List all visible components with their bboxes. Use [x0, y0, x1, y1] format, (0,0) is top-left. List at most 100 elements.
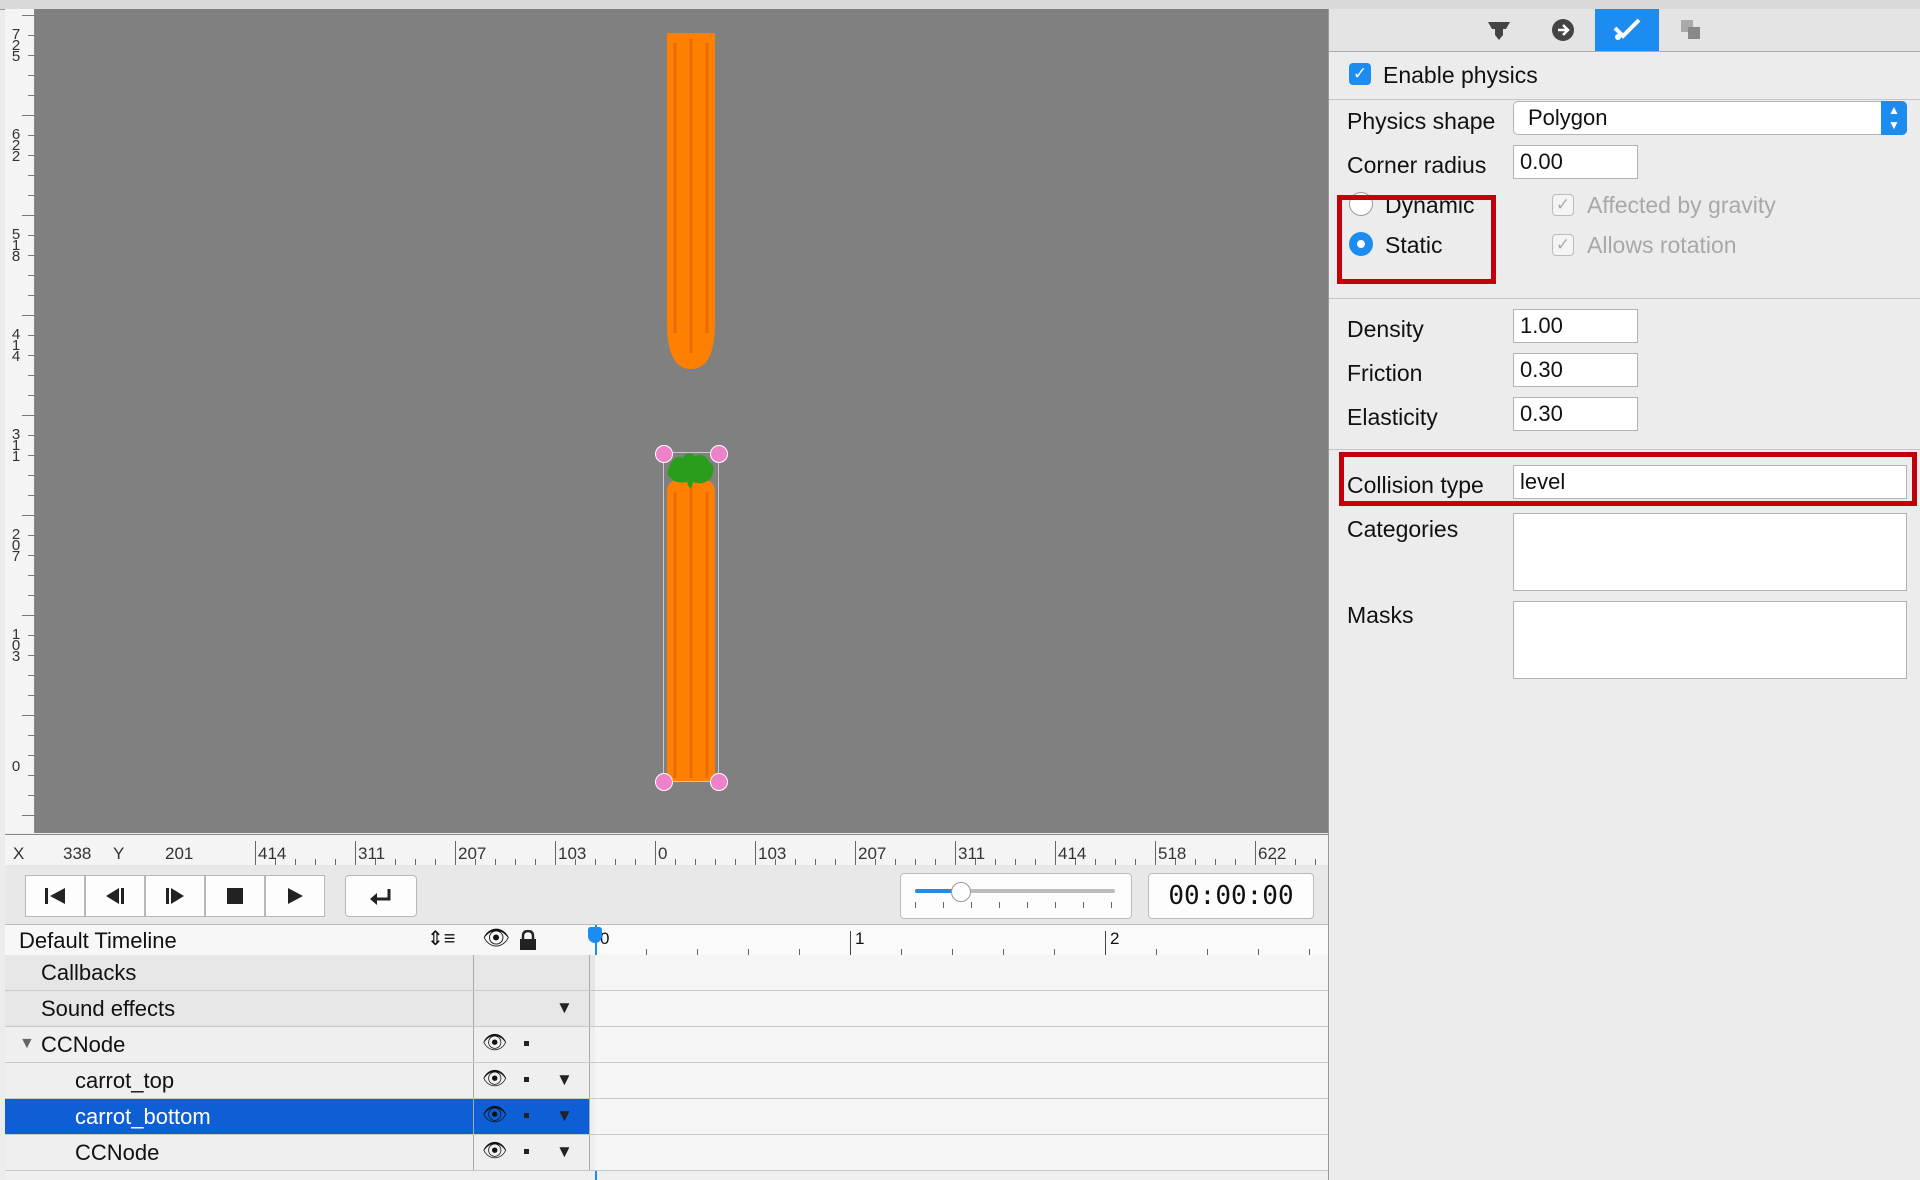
timeline-row-controls: 👁 ▼	[474, 1099, 590, 1134]
timeline-row-label-area[interactable]: CCNode	[5, 1135, 474, 1170]
tab-code-connections[interactable]	[1531, 9, 1595, 51]
tab-templates[interactable]	[1659, 9, 1723, 51]
slider-tick	[1083, 902, 1084, 908]
timeline-scale-slider[interactable]	[900, 873, 1132, 919]
skip-to-start-button[interactable]	[25, 875, 85, 917]
play-button[interactable]	[265, 875, 325, 917]
ruler-tick	[28, 635, 34, 636]
step-back-icon	[106, 888, 124, 904]
timeline-row-name: Callbacks	[41, 960, 137, 985]
elasticity-label: Elasticity	[1347, 404, 1438, 430]
timeline-track[interactable]	[595, 1063, 1328, 1098]
carrot-top-sprite[interactable]	[663, 33, 719, 369]
density-input[interactable]: 1.00	[1513, 309, 1638, 343]
ruler-tick	[28, 775, 34, 776]
slider-tick	[943, 902, 944, 908]
timeline-row[interactable]: Callbacks	[5, 955, 1328, 991]
visibility-eye-icon[interactable]: 👁	[482, 1102, 507, 1127]
carrot-bottom-sprite[interactable]	[663, 452, 719, 782]
physics-shape-value: Polygon	[1528, 105, 1608, 130]
lock-toggle-icon[interactable]	[524, 1041, 529, 1046]
timeline-row[interactable]: carrot_top 👁 ▼	[5, 1063, 1328, 1099]
timeline-row-label-area[interactable]: carrot_bottom	[5, 1099, 474, 1134]
visibility-eye-icon[interactable]: 👁	[482, 1138, 507, 1163]
timeline-menu-icon[interactable]: ⇕≡	[427, 926, 455, 951]
friction-input[interactable]: 0.30	[1513, 353, 1638, 387]
timeline-track[interactable]	[595, 991, 1328, 1026]
timeline-ruler-label: 1	[855, 929, 865, 948]
masks-input[interactable]	[1513, 601, 1907, 679]
y-coordinate-value: 201	[165, 844, 194, 863]
ruler-tick	[22, 515, 34, 516]
tab-physics[interactable]	[1595, 9, 1659, 51]
timeline-row[interactable]: ▼ CCNode 👁	[5, 1027, 1328, 1063]
selection-handle-bottom-right[interactable]	[710, 773, 728, 791]
lock-toggle-icon[interactable]	[524, 1113, 529, 1118]
timeline-row[interactable]: Sound effects ▼	[5, 991, 1328, 1027]
step-forward-button[interactable]	[145, 875, 205, 917]
timeline-row[interactable]: carrot_bottom 👁 ▼	[5, 1099, 1328, 1135]
ruler-tick	[22, 615, 34, 616]
categories-label: Categories	[1347, 516, 1459, 542]
timeline-name[interactable]: Default Timeline	[19, 928, 177, 954]
timeline-track[interactable]	[595, 1099, 1328, 1134]
body-type-highlight	[1337, 195, 1496, 284]
visibility-eye-icon[interactable]: 👁	[482, 1030, 507, 1055]
physics-shape-select[interactable]: Polygon ▲ ▼	[1513, 101, 1907, 135]
playhead-marker[interactable]	[588, 927, 602, 943]
slider-thumb[interactable]	[951, 882, 971, 902]
horizontal-ruler-label: 0	[658, 844, 668, 863]
timeline-row[interactable]: CCNode 👁 ▼	[5, 1135, 1328, 1171]
selection-handle-bottom-left[interactable]	[655, 773, 673, 791]
tab-node-properties[interactable]	[1467, 9, 1531, 51]
timeline-row-label-area[interactable]: ▼ CCNode	[5, 1027, 474, 1062]
visibility-eye-icon[interactable]: 👁	[482, 1066, 507, 1091]
templates-icon	[1681, 20, 1700, 39]
timeline-ruler[interactable]: 012	[595, 925, 1328, 955]
timeline-track[interactable]	[595, 955, 1328, 990]
keyframe-menu-icon[interactable]: ▼	[556, 1106, 573, 1126]
vertical-ruler-label: 518	[11, 226, 21, 265]
ruler-tick	[28, 355, 34, 356]
vertical-ruler-label: 103	[11, 626, 21, 665]
physics-icon	[1613, 18, 1641, 40]
timecode-display: 00:00:00	[1148, 873, 1314, 919]
categories-input[interactable]	[1513, 513, 1907, 591]
corner-radius-label: Corner radius	[1347, 152, 1487, 178]
lock-toggle-icon[interactable]	[524, 1149, 529, 1154]
slider-tick	[999, 902, 1000, 908]
lock-toggle-icon[interactable]	[524, 1077, 529, 1082]
timeline-row-label-area[interactable]: Callbacks	[5, 955, 474, 990]
timeline-track[interactable]	[595, 1027, 1328, 1062]
keyframe-menu-icon[interactable]: ▼	[556, 1142, 573, 1162]
loop-button[interactable]	[345, 875, 417, 917]
ruler-tick	[28, 755, 34, 756]
corner-radius-input[interactable]: 0.00	[1513, 145, 1638, 179]
ruler-tick	[28, 35, 34, 36]
step-back-button[interactable]	[85, 875, 145, 917]
elasticity-input[interactable]: 0.30	[1513, 397, 1638, 431]
skip-to-start-icon	[45, 888, 65, 904]
timeline-row-label-area[interactable]: Sound effects	[5, 991, 474, 1026]
stop-button[interactable]	[205, 875, 265, 917]
ruler-tick	[28, 535, 34, 536]
selection-handle-top-right[interactable]	[710, 445, 728, 463]
vertical-ruler-label: 414	[11, 326, 21, 365]
ruler-tick	[28, 195, 34, 196]
timeline-row-name: CCNode	[41, 1032, 126, 1057]
slider-tick	[915, 902, 916, 908]
ruler-tick	[28, 575, 34, 576]
selection-handle-top-left[interactable]	[655, 445, 673, 463]
timeline-row-label-area[interactable]: carrot_top	[5, 1063, 474, 1098]
horizontal-ruler-label: 414	[1058, 844, 1087, 863]
scene-canvas[interactable]	[35, 9, 1328, 833]
timeline-row-name: carrot_top	[75, 1068, 175, 1093]
keyframe-menu-icon[interactable]: ▼	[556, 998, 573, 1018]
keyframe-menu-icon[interactable]: ▼	[556, 1070, 573, 1090]
timeline-track[interactable]	[595, 1135, 1328, 1170]
ruler-tick	[22, 115, 34, 116]
horizontal-ruler-label: 311	[358, 844, 386, 863]
disclosure-triangle-icon[interactable]: ▼	[19, 1035, 35, 1053]
enable-physics-checkbox[interactable]: ✓	[1349, 63, 1371, 85]
ruler-tick	[28, 55, 34, 56]
